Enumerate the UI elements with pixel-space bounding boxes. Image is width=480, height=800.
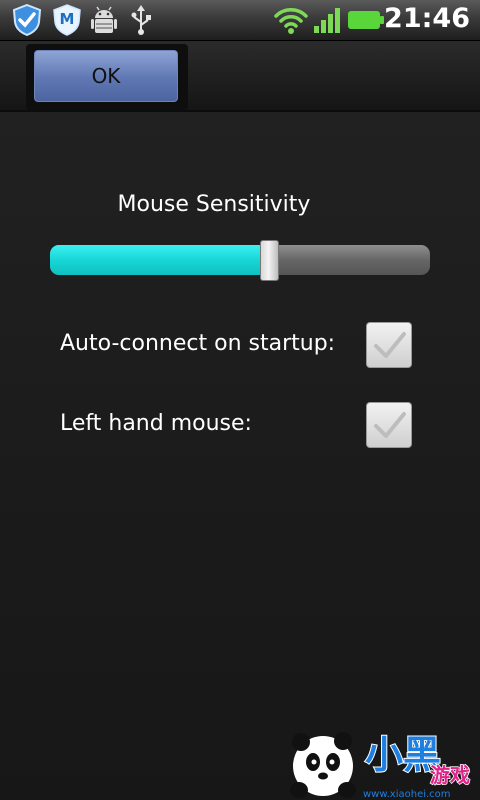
auto-connect-checkbox[interactable]: [366, 322, 412, 368]
checkmark-icon: [374, 412, 406, 438]
battery-icon: [348, 11, 384, 29]
toolbar: OK: [0, 41, 480, 112]
watermark-logo: 小黑 游戏 www.xiaohei.com: [290, 732, 471, 800]
sensitivity-slider-fill: [50, 245, 270, 275]
status-clock: 21:46: [384, 3, 470, 34]
signal-icon: [314, 8, 340, 33]
ok-button[interactable]: OK: [34, 50, 178, 102]
usb-icon: [131, 5, 151, 35]
checkmark-icon: [374, 332, 406, 358]
android-debug-icon: [91, 6, 117, 33]
sensitivity-slider-thumb[interactable]: [260, 240, 279, 281]
svg-text:M: M: [60, 10, 75, 28]
sensitivity-slider-track[interactable]: [50, 245, 430, 275]
antivirus-icon: M: [53, 4, 81, 36]
wifi-icon: [274, 8, 308, 34]
status-bar: M 21:46: [0, 0, 480, 41]
shield-check-icon: [12, 4, 42, 36]
svg-text:www.xiaohei.com: www.xiaohei.com: [363, 789, 451, 800]
left-hand-mouse-checkbox[interactable]: [366, 402, 412, 448]
auto-connect-label: Auto-connect on startup:: [60, 331, 336, 356]
left-hand-mouse-label: Left hand mouse:: [60, 411, 252, 436]
ok-button-frame: OK: [26, 44, 188, 110]
svg-text:游戏: 游戏: [430, 763, 470, 787]
sensitivity-label: Mouse Sensitivity: [117, 192, 311, 217]
